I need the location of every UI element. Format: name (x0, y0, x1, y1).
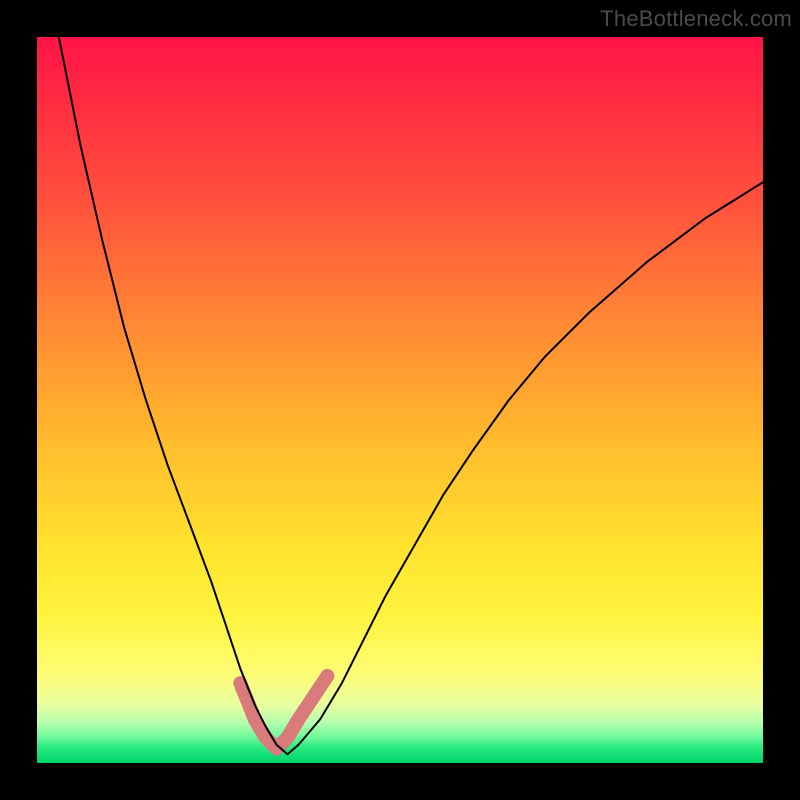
watermark-text: TheBottleneck.com (600, 6, 792, 32)
thick-pink-segment (240, 676, 327, 749)
plot-area (37, 37, 763, 763)
thin-curve (59, 37, 763, 754)
chart-frame: TheBottleneck.com (0, 0, 800, 800)
curve-layer (37, 37, 763, 763)
